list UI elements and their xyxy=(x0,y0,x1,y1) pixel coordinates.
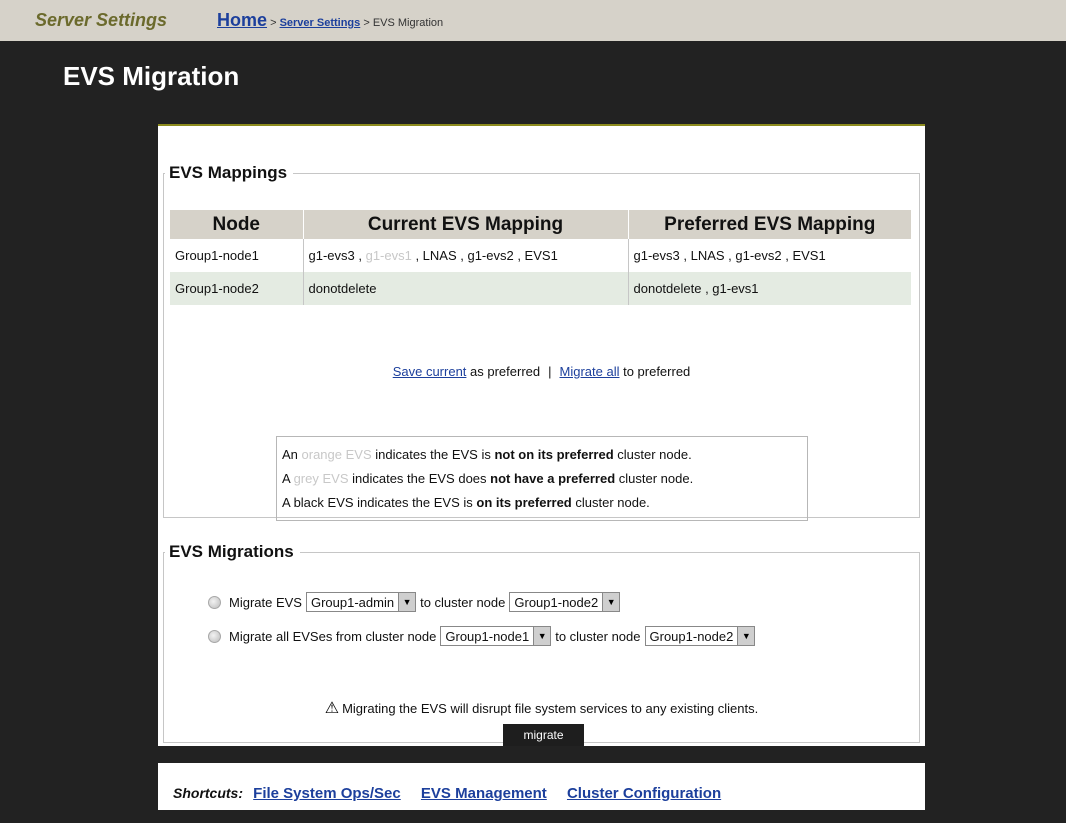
breadcrumb-server-settings-link[interactable]: Server Settings xyxy=(280,17,361,29)
grey-evs-sample: grey EVS xyxy=(293,471,349,486)
key-text: cluster node. xyxy=(613,447,692,462)
current-mapping-cell: donotdelete xyxy=(303,272,629,305)
migrate-evs-label: Migrate EVS xyxy=(229,594,302,610)
destination-node-select[interactable]: Group1-node2 ▼ xyxy=(644,626,756,646)
migrate-evs-radio[interactable] xyxy=(208,595,221,609)
to-cluster-node-label: to cluster node xyxy=(555,628,641,644)
current-mapping-cell: g1-evs3 , g1-evs1 , LNAS , g1-evs2 , EVS… xyxy=(303,239,629,272)
table-row: Group1-node2 donotdelete donotdelete , g… xyxy=(170,272,911,305)
evs-list-text: , LNAS , g1-evs2 , EVS1 xyxy=(411,248,558,263)
migrate-all-link[interactable]: Migrate all xyxy=(560,364,620,379)
to-cluster-node-label: to cluster node xyxy=(420,594,506,610)
shortcut-evs-management-link[interactable]: EVS Management xyxy=(421,785,547,802)
evs-list-text: g1-evs3 , xyxy=(308,248,366,263)
key-text: indicates the EVS is xyxy=(371,447,495,462)
node-cell: Group1-node2 xyxy=(170,272,304,305)
save-current-link[interactable]: Save current xyxy=(393,364,467,379)
evs-select[interactable]: Group1-admin ▼ xyxy=(305,592,417,612)
key-text: A black EVS indicates the EVS is xyxy=(282,495,477,510)
evs-select-value: Group1-admin xyxy=(310,594,395,610)
table-header-row: Node Current EVS Mapping Preferred EVS M… xyxy=(170,210,911,239)
chevron-down-icon: ▼ xyxy=(602,593,620,611)
column-header-current: Current EVS Mapping xyxy=(303,210,629,239)
chevron-down-icon: ▼ xyxy=(533,627,551,645)
key-text: cluster node. xyxy=(571,495,650,510)
column-header-node: Node xyxy=(170,210,304,239)
orange-evs-sample: orange EVS xyxy=(301,447,372,462)
preferred-mapping-cell: donotdelete , g1-evs1 xyxy=(628,272,911,305)
evs-list-text: donotdelete xyxy=(308,281,377,296)
breadcrumb-separator: > xyxy=(267,17,280,29)
actions-separator: | xyxy=(548,364,552,379)
shortcuts-bar: Shortcuts: File System Ops/Sec EVS Manag… xyxy=(158,763,925,810)
breadcrumb-separator: > xyxy=(360,17,373,29)
target-node-select[interactable]: Group1-node2 ▼ xyxy=(509,592,621,612)
color-key-line-orange: An orange EVS indicates the EVS is not o… xyxy=(282,443,802,467)
key-emphasis: on its preferred xyxy=(476,495,572,510)
evs-migrations-legend: EVS Migrations xyxy=(169,542,294,561)
node-cell: Group1-node1 xyxy=(170,239,304,272)
evs-mappings-legend: EVS Mappings xyxy=(169,163,288,182)
color-key-line-grey: A grey EVS indicates the EVS does not ha… xyxy=(282,467,802,491)
chevron-down-icon: ▼ xyxy=(737,627,755,645)
breadcrumb-home-link[interactable]: Home xyxy=(217,10,267,30)
source-node-select-value: Group1-node1 xyxy=(445,628,530,644)
key-text: cluster node. xyxy=(615,471,694,486)
shortcut-file-system-ops-link[interactable]: File System Ops/Sec xyxy=(253,785,401,802)
shortcut-cluster-configuration-link[interactable]: Cluster Configuration xyxy=(567,785,721,802)
migration-warning-text: Migrating the EVS will disrupt file syst… xyxy=(342,701,759,716)
mapping-actions: Save current as preferred | Migrate all to… xyxy=(164,364,919,379)
orange-evs-text: g1-evs1 xyxy=(365,248,412,263)
chevron-down-icon: ▼ xyxy=(398,593,416,611)
migrate-all-label: Migrate all EVSes from cluster node xyxy=(229,628,437,644)
key-emphasis: not have a preferred xyxy=(490,471,616,486)
color-key-line-black: A black EVS indicates the EVS is on its … xyxy=(282,491,802,515)
section-title: Server Settings xyxy=(35,10,168,30)
top-bar: Server Settings Home > Server Settings >… xyxy=(0,0,1066,41)
migrate-all-radio[interactable] xyxy=(208,629,221,643)
warning-icon: ⚠ xyxy=(324,700,340,717)
shortcuts-label: Shortcuts: xyxy=(173,785,243,801)
page-title: EVS Migration xyxy=(63,61,240,91)
key-text: A xyxy=(282,471,294,486)
destination-node-select-value: Group1-node2 xyxy=(649,628,734,644)
source-node-select[interactable]: Group1-node1 ▼ xyxy=(440,626,552,646)
evs-mappings-table: Node Current EVS Mapping Preferred EVS M… xyxy=(170,210,911,305)
evs-mappings-fieldset: EVS Mappings Node Current EVS Mapping Pr… xyxy=(163,163,920,521)
migrate-evs-option: Migrate EVS Group1-admin ▼ to cluster nod… xyxy=(208,592,624,612)
key-emphasis: not on its preferred xyxy=(494,447,614,462)
key-text: indicates the EVS does xyxy=(348,471,491,486)
column-header-preferred: Preferred EVS Mapping xyxy=(628,210,911,239)
color-key-box: An orange EVS indicates the EVS is not o… xyxy=(276,436,808,521)
migrate-suffix-text: to preferred xyxy=(619,364,691,379)
migrate-all-option: Migrate all EVSes from cluster node Grou… xyxy=(208,626,759,646)
target-node-select-value: Group1-node2 xyxy=(514,594,599,610)
migrate-button[interactable]: migrate xyxy=(503,724,584,746)
main-panel: EVS Mappings Node Current EVS Mapping Pr… xyxy=(158,124,925,746)
preferred-mapping-cell: g1-evs3 , LNAS , g1-evs2 , EVS1 xyxy=(628,239,911,272)
key-text: An xyxy=(282,447,302,462)
migration-warning: ⚠ Migrating the EVS will disrupt file sys… xyxy=(164,698,919,718)
breadcrumb: Home > Server Settings > EVS Migration xyxy=(217,10,443,31)
evs-migrations-fieldset: EVS Migrations Migrate EVS Group1-admin ▼… xyxy=(163,542,920,746)
save-suffix-text: as preferred xyxy=(466,364,541,379)
table-row: Group1-node1 g1-evs3 , g1-evs1 , LNAS , … xyxy=(170,239,911,272)
breadcrumb-current: EVS Migration xyxy=(372,17,444,29)
